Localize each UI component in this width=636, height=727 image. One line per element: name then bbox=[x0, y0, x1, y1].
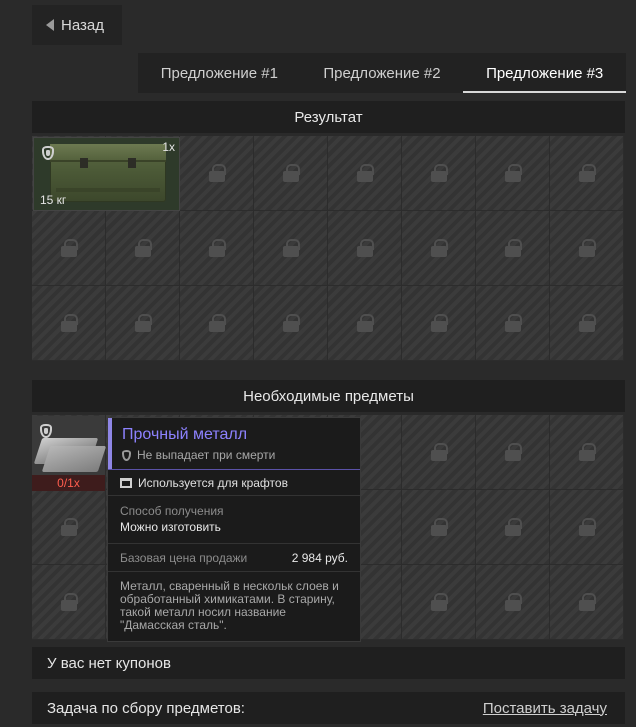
locked-slot bbox=[550, 136, 624, 211]
locked-slot bbox=[32, 211, 106, 286]
required-header: Необходимые предметы bbox=[32, 380, 625, 412]
locked-slot bbox=[402, 211, 476, 286]
locked-slot bbox=[32, 565, 106, 640]
locked-slot bbox=[32, 286, 106, 361]
locked-slot bbox=[402, 415, 476, 490]
ammo-crate-icon bbox=[50, 144, 166, 202]
locked-slot bbox=[106, 211, 180, 286]
lock-icon bbox=[578, 443, 596, 461]
item-tooltip: Прочный металл Не выпадает при смерти Ис… bbox=[107, 417, 361, 642]
locked-slot bbox=[402, 490, 476, 565]
back-button[interactable]: Назад bbox=[32, 5, 122, 45]
lock-icon bbox=[430, 314, 448, 332]
shield-icon bbox=[40, 424, 52, 438]
lock-icon bbox=[504, 314, 522, 332]
offer-tabs: Предложение #1 Предложение #2 Предложени… bbox=[138, 53, 626, 93]
lock-icon bbox=[208, 239, 226, 257]
locked-slot bbox=[550, 286, 624, 361]
locked-slot bbox=[180, 211, 254, 286]
lock-icon bbox=[356, 314, 374, 332]
locked-slot bbox=[476, 286, 550, 361]
result-weight: 15 кг bbox=[40, 193, 67, 207]
lock-icon bbox=[134, 239, 152, 257]
lock-icon bbox=[430, 443, 448, 461]
coupons-status: У вас нет купонов bbox=[32, 647, 625, 679]
locked-slot bbox=[328, 211, 402, 286]
tooltip-title: Прочный металл bbox=[122, 426, 248, 443]
tooltip-price-label: Базовая цена продажи bbox=[120, 550, 248, 565]
lock-icon bbox=[282, 239, 300, 257]
locked-slot bbox=[476, 415, 550, 490]
lock-icon bbox=[578, 239, 596, 257]
locked-slot bbox=[550, 490, 624, 565]
lock-icon bbox=[208, 164, 226, 182]
locked-slot bbox=[476, 565, 550, 640]
locked-slot bbox=[254, 211, 328, 286]
lock-icon bbox=[282, 314, 300, 332]
lock-icon bbox=[208, 314, 226, 332]
lock-icon bbox=[430, 239, 448, 257]
task-label: Задача по сбору предметов: bbox=[47, 699, 245, 717]
lock-icon bbox=[134, 314, 152, 332]
tab-offer-2[interactable]: Предложение #2 bbox=[301, 53, 464, 93]
lock-icon bbox=[578, 164, 596, 182]
locked-slot bbox=[180, 136, 254, 211]
tooltip-description: Металл, сваренный в нескольк слоев и обр… bbox=[120, 579, 339, 632]
workbench-icon bbox=[120, 477, 132, 488]
lock-icon bbox=[430, 164, 448, 182]
locked-slot bbox=[254, 286, 328, 361]
tooltip-price-value: 2 984 руб. bbox=[291, 550, 348, 565]
tab-offer-3[interactable]: Предложение #3 bbox=[463, 53, 626, 93]
locked-slot bbox=[32, 490, 106, 565]
lock-icon bbox=[578, 518, 596, 536]
lock-icon bbox=[430, 593, 448, 611]
lock-icon bbox=[60, 314, 78, 332]
lock-icon bbox=[578, 593, 596, 611]
locked-slot bbox=[328, 286, 402, 361]
locked-slot bbox=[550, 565, 624, 640]
task-row: Задача по сбору предметов: Поставить зад… bbox=[32, 692, 625, 724]
locked-slot bbox=[180, 286, 254, 361]
set-task-link[interactable]: Поставить задачу bbox=[483, 700, 607, 717]
lock-icon bbox=[578, 314, 596, 332]
locked-slot bbox=[402, 136, 476, 211]
required-item-count: 0/1x bbox=[32, 475, 105, 491]
locked-slot bbox=[402, 286, 476, 361]
tab-offer-1[interactable]: Предложение #1 bbox=[138, 53, 301, 93]
lock-icon bbox=[60, 593, 78, 611]
lock-icon bbox=[356, 164, 374, 182]
result-item-cell[interactable]: 1x 15 кг bbox=[33, 137, 180, 211]
lock-icon bbox=[60, 239, 78, 257]
locked-slot bbox=[402, 565, 476, 640]
shield-icon bbox=[122, 449, 131, 461]
tooltip-method-value: Можно изготовить bbox=[120, 520, 221, 534]
triangle-left-icon bbox=[46, 19, 54, 31]
result-header: Результат bbox=[32, 101, 625, 133]
locked-slot bbox=[550, 415, 624, 490]
required-item-cell[interactable]: 0/1x bbox=[32, 416, 107, 491]
locked-slot bbox=[106, 286, 180, 361]
locked-slot bbox=[328, 136, 402, 211]
lock-icon bbox=[504, 164, 522, 182]
lock-icon bbox=[60, 518, 78, 536]
lock-icon bbox=[504, 593, 522, 611]
locked-slot bbox=[476, 136, 550, 211]
lock-icon bbox=[282, 164, 300, 182]
tooltip-subtitle: Не выпадает при смерти bbox=[137, 448, 276, 462]
locked-slot bbox=[550, 211, 624, 286]
tooltip-method-label: Способ получения bbox=[120, 504, 224, 518]
lock-icon bbox=[504, 443, 522, 461]
tooltip-usage: Используется для крафтов bbox=[138, 475, 288, 490]
lock-icon bbox=[430, 518, 448, 536]
locked-slot bbox=[254, 136, 328, 211]
locked-slot bbox=[476, 211, 550, 286]
locked-slot bbox=[476, 490, 550, 565]
result-quantity: 1x bbox=[162, 140, 175, 154]
lock-icon bbox=[356, 239, 374, 257]
lock-icon bbox=[504, 239, 522, 257]
back-button-label: Назад bbox=[61, 16, 104, 34]
lock-icon bbox=[504, 518, 522, 536]
